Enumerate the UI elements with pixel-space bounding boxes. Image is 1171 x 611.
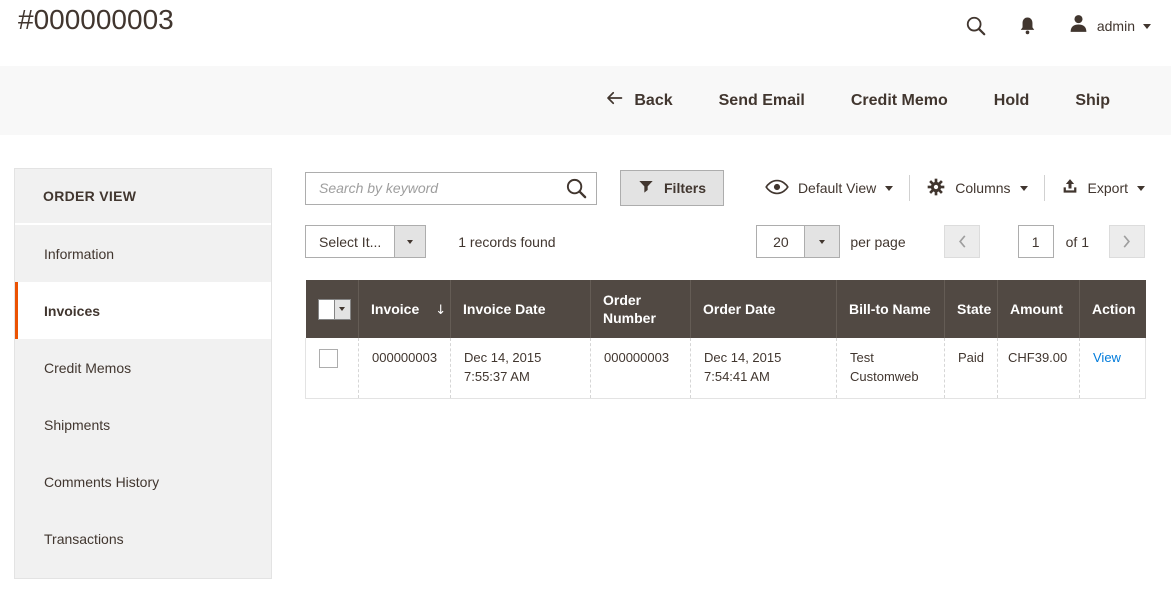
ship-button[interactable]: Ship xyxy=(1075,92,1110,110)
admin-user-menu[interactable]: admin xyxy=(1068,13,1151,39)
mass-action-select[interactable]: Select It... xyxy=(305,225,426,258)
columns-button[interactable]: Columns xyxy=(910,177,1043,200)
table-row: 000000003 Dec 14, 2015 7:55:37 AM 000000… xyxy=(306,338,1146,398)
grid-view-controls: Default View xyxy=(749,175,1145,201)
select-all-header xyxy=(306,280,359,338)
filter-funnel-icon xyxy=(638,179,654,198)
cell-bill-to-name: Test Customweb xyxy=(837,338,945,398)
chevron-left-icon xyxy=(957,234,967,249)
current-page-input[interactable] xyxy=(1018,225,1054,258)
grid-actions-row: Select It... 1 records found 20 per page… xyxy=(305,225,1145,258)
per-page-caret[interactable] xyxy=(804,225,840,258)
credit-memo-button[interactable]: Credit Memo xyxy=(851,92,948,110)
cell-amount: CHF39.00 xyxy=(998,338,1080,398)
sidebar-item-comments-history[interactable]: Comments History xyxy=(15,453,271,510)
order-action-bar: Back Send Email Credit Memo Hold Ship xyxy=(0,66,1171,135)
cell-invoice-date: Dec 14, 2015 7:55:37 AM xyxy=(451,338,591,398)
select-all-caret[interactable] xyxy=(335,299,351,320)
search-submit-icon[interactable] xyxy=(565,177,588,203)
sort-descending-icon: ↓ xyxy=(435,303,446,318)
row-checkbox[interactable] xyxy=(319,349,338,368)
export-icon xyxy=(1061,178,1079,199)
page-title: #000000003 xyxy=(18,4,174,36)
chevron-down-icon xyxy=(1143,24,1151,29)
cell-select xyxy=(306,338,359,398)
next-page-button[interactable] xyxy=(1109,225,1145,258)
header-actions: admin xyxy=(965,8,1151,44)
back-arrow-icon xyxy=(604,89,624,112)
column-header-amount[interactable]: Amount xyxy=(998,280,1080,338)
chevron-down-icon xyxy=(1020,186,1028,191)
column-header-order-date[interactable]: Order Date xyxy=(691,280,837,338)
cell-order-date: Dec 14, 2015 7:54:41 AM xyxy=(691,338,837,398)
order-view-sidebar: ORDER VIEW Information Invoices Credit M… xyxy=(14,168,272,579)
per-page-label: per page xyxy=(850,234,905,250)
table-header-row: Invoice↓ Invoice Date Order Number Order… xyxy=(306,280,1146,338)
sidebar-item-invoices[interactable]: Invoices xyxy=(15,282,271,339)
mass-action-caret[interactable] xyxy=(394,225,426,258)
sidebar-item-credit-memos[interactable]: Credit Memos xyxy=(15,339,271,396)
gear-icon xyxy=(926,177,946,200)
column-header-state[interactable]: State xyxy=(945,280,998,338)
column-header-bill-to-name[interactable]: Bill-to Name xyxy=(837,280,945,338)
search-input[interactable] xyxy=(306,173,596,204)
previous-page-button[interactable] xyxy=(944,225,980,258)
search-icon[interactable] xyxy=(965,15,987,37)
grid-toolbar: Filters Default View xyxy=(305,170,1145,206)
send-email-button[interactable]: Send Email xyxy=(719,92,805,110)
notifications-bell-icon[interactable] xyxy=(1019,16,1036,36)
chevron-down-icon xyxy=(885,186,893,191)
column-header-action[interactable]: Action xyxy=(1080,280,1146,338)
per-page-select[interactable]: 20 xyxy=(756,225,840,258)
select-all-dropdown[interactable] xyxy=(318,299,351,320)
chevron-down-icon xyxy=(1137,186,1145,191)
select-all-checkbox[interactable] xyxy=(318,299,335,320)
eye-icon xyxy=(765,179,789,198)
sidebar-item-information[interactable]: Information xyxy=(15,225,271,282)
mass-action-label[interactable]: Select It... xyxy=(305,225,395,258)
sidebar-item-transactions[interactable]: Transactions xyxy=(15,510,271,567)
invoices-table: Invoice↓ Invoice Date Order Number Order… xyxy=(305,280,1146,399)
pagination: 20 per page of 1 xyxy=(756,225,1145,258)
chevron-right-icon xyxy=(1122,234,1132,249)
invoices-grid-panel: Filters Default View xyxy=(305,170,1145,399)
user-avatar-icon xyxy=(1068,13,1089,39)
admin-user-label: admin xyxy=(1097,18,1135,34)
cell-order-number: 000000003 xyxy=(591,338,691,398)
sidebar-item-shipments[interactable]: Shipments xyxy=(15,396,271,453)
hold-button[interactable]: Hold xyxy=(994,92,1030,110)
view-selector-button[interactable]: Default View xyxy=(749,179,909,198)
search-box xyxy=(305,172,597,205)
export-button[interactable]: Export xyxy=(1045,178,1145,199)
sidebar-title: ORDER VIEW xyxy=(15,169,271,225)
records-found-text: 1 records found xyxy=(458,234,555,250)
view-invoice-link[interactable]: View xyxy=(1093,350,1121,365)
column-header-order-number[interactable]: Order Number xyxy=(591,280,691,338)
page-count-label: of 1 xyxy=(1066,234,1089,250)
cell-invoice: 000000003 xyxy=(359,338,451,398)
cell-action: View xyxy=(1080,338,1146,398)
filters-button[interactable]: Filters xyxy=(620,170,724,206)
cell-state: Paid xyxy=(945,338,998,398)
per-page-value[interactable]: 20 xyxy=(756,225,805,258)
column-header-invoice-date[interactable]: Invoice Date xyxy=(451,280,591,338)
back-button[interactable]: Back xyxy=(604,89,672,112)
column-header-invoice[interactable]: Invoice↓ xyxy=(359,280,451,338)
